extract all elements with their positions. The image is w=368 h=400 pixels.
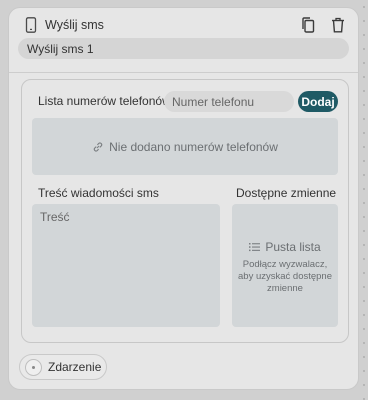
list-icon <box>249 243 261 252</box>
message-label: Treść wiadomości sms <box>38 186 159 200</box>
variables-label: Dostępne zmienne <box>236 186 337 200</box>
node-header: Wyślij sms <box>9 8 358 74</box>
phone-list-empty-text: Nie dodano numerów telefonów <box>109 139 278 154</box>
variables-empty-description: Podłącz wyzwalacz, aby uzyskać dostępne … <box>238 259 333 294</box>
variables-empty-title: Pusta lista <box>232 240 338 254</box>
message-textarea[interactable] <box>32 204 220 327</box>
variables-panel: Pusta lista Podłącz wyzwalacz, aby uzysk… <box>232 204 338 327</box>
phone-number-input[interactable] <box>164 91 294 112</box>
phone-icon <box>25 17 37 33</box>
variables-empty-title-text: Pusta lista <box>265 240 321 254</box>
sms-node-card[interactable]: Wyślij sms Lista numerów telefonów Dodaj… <box>8 7 359 390</box>
node-title: Wyślij sms <box>45 18 104 32</box>
event-button-label: Zdarzenie <box>48 360 102 374</box>
phone-list-empty-state: Nie dodano numerów telefonów <box>32 118 338 175</box>
event-button[interactable]: Zdarzenie <box>19 354 107 380</box>
node-name-input[interactable] <box>18 38 349 59</box>
link-icon <box>93 141 103 152</box>
copy-icon[interactable] <box>301 17 315 33</box>
sms-settings-panel: Lista numerów telefonów Dodaj Nie dodano… <box>21 79 349 343</box>
header-divider <box>9 72 358 73</box>
trash-icon[interactable] <box>331 17 345 33</box>
event-handle-icon <box>25 358 42 376</box>
add-phone-button[interactable]: Dodaj <box>298 91 338 112</box>
canvas-dot-grid <box>360 0 368 400</box>
phone-list-label: Lista numerów telefonów <box>38 94 171 108</box>
